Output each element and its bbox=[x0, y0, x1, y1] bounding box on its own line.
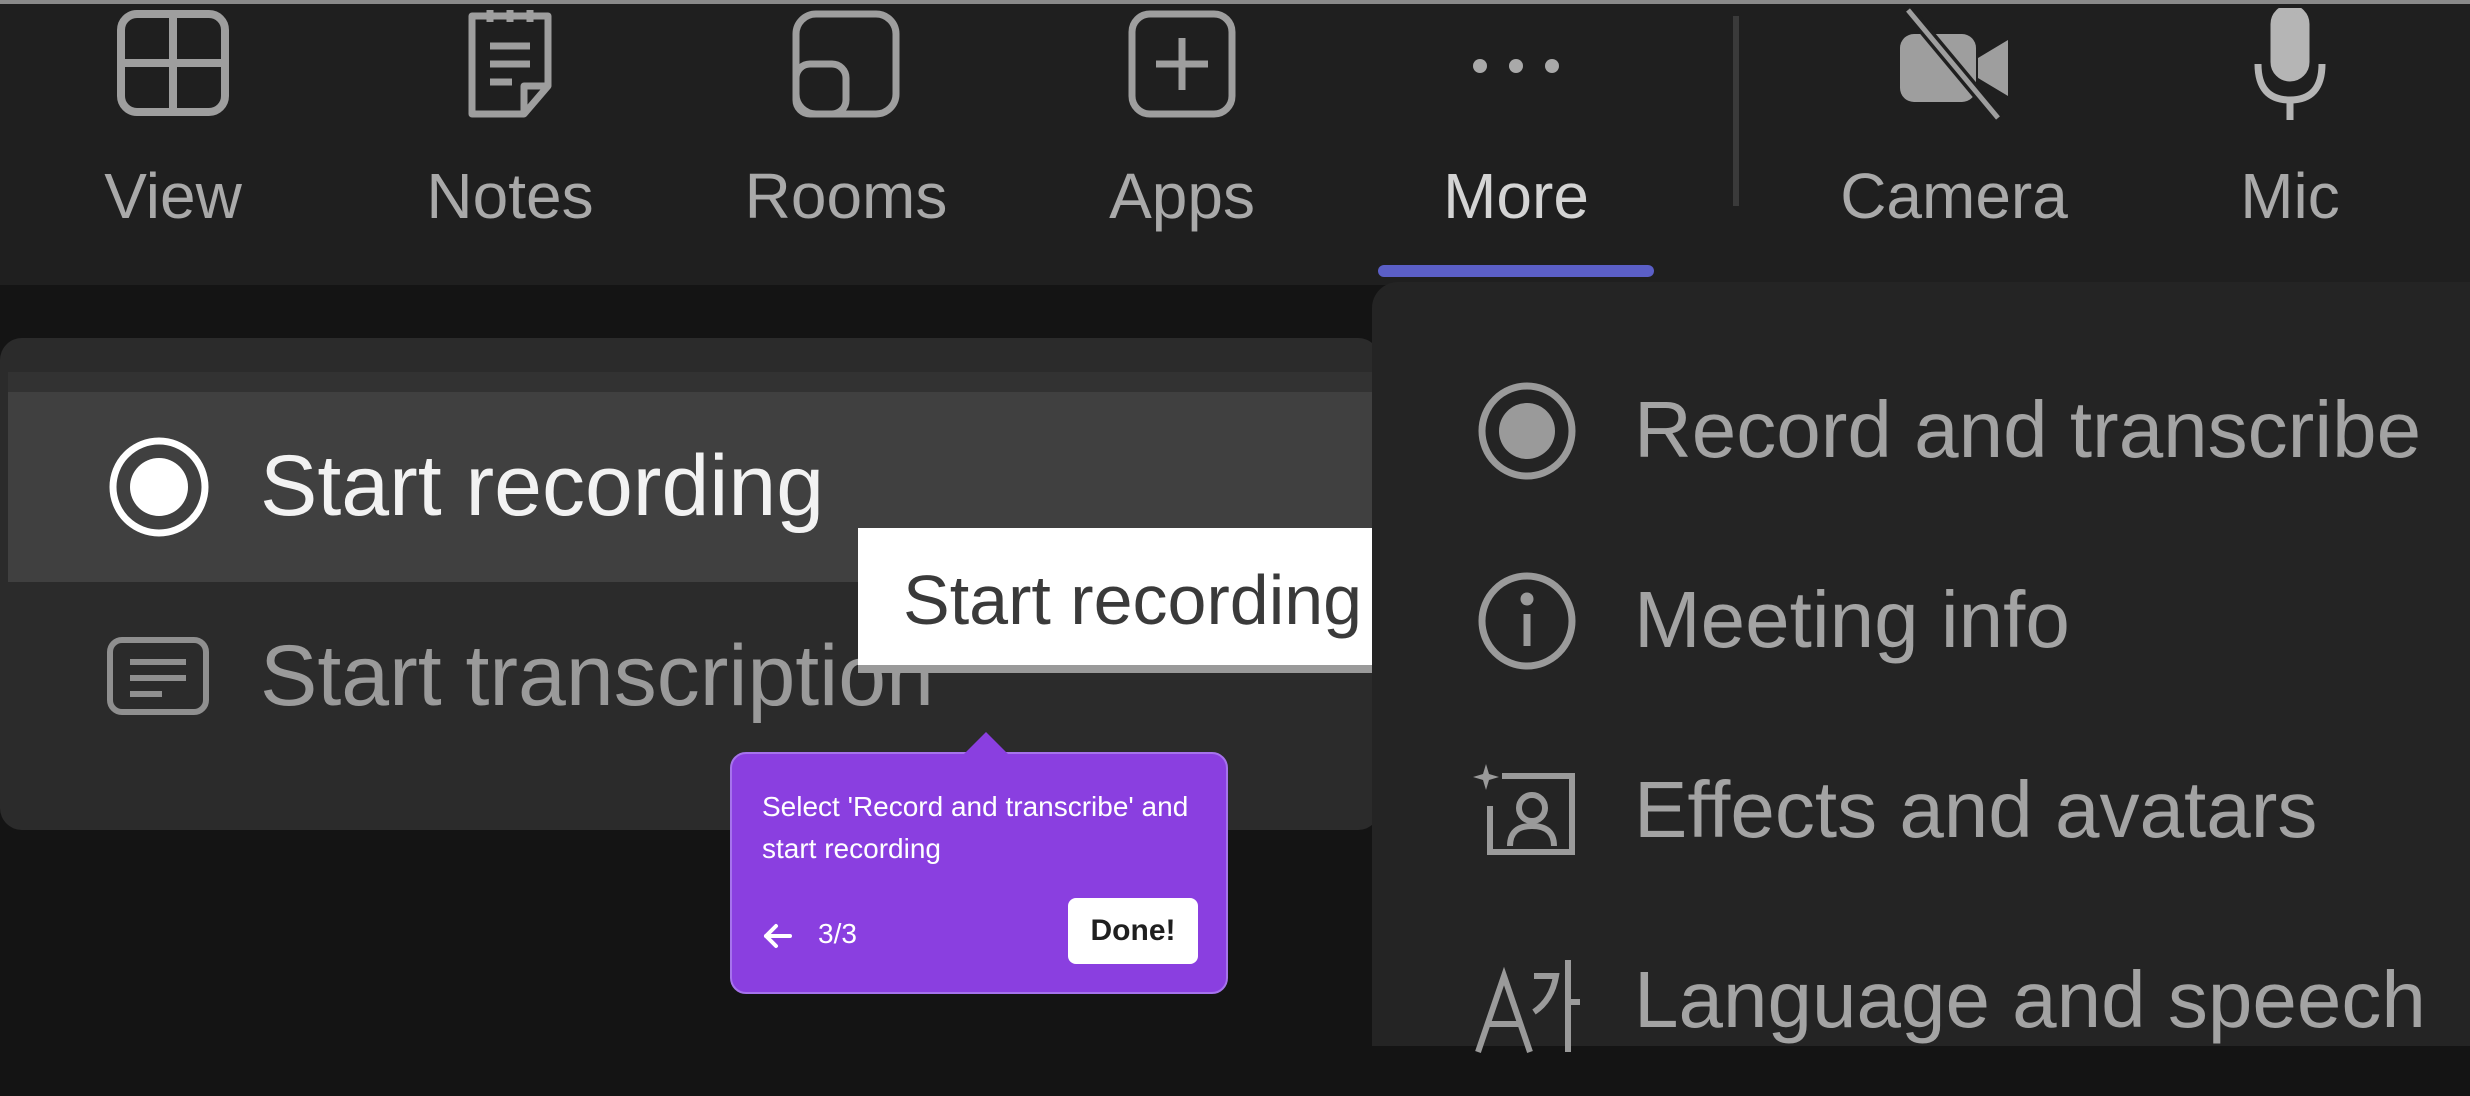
breakout-rooms-icon bbox=[786, 8, 906, 120]
record-and-transcribe-item[interactable]: Record and transcribe bbox=[1372, 336, 2470, 526]
language-and-speech-item[interactable]: Language and speech bbox=[1372, 906, 2470, 1096]
info-icon bbox=[1472, 566, 1582, 676]
done-button[interactable]: Done! bbox=[1068, 898, 1198, 964]
notes-button[interactable]: Notes bbox=[380, 4, 640, 289]
record-and-transcribe-label: Record and transcribe bbox=[1634, 385, 2422, 474]
apps-button[interactable]: Apps bbox=[1052, 4, 1312, 289]
camera-label: Camera bbox=[1840, 160, 2068, 232]
coach-mark-message: Select 'Record and transcribe' and start… bbox=[762, 791, 1189, 864]
effects-and-avatars-item[interactable]: Effects and avatars bbox=[1372, 716, 2470, 906]
start-transcription-label: Start transcription bbox=[260, 628, 934, 724]
rooms-button[interactable]: Rooms bbox=[716, 4, 976, 289]
camera-off-icon bbox=[1894, 8, 2014, 120]
mic-label: Mic bbox=[2240, 160, 2340, 232]
language-speech-icon bbox=[1472, 946, 1582, 1056]
coach-mark-popup: Select 'Record and transcribe' and start… bbox=[730, 732, 1228, 994]
record-icon bbox=[104, 432, 214, 542]
microphone-icon bbox=[2230, 8, 2350, 120]
record-icon bbox=[1472, 376, 1582, 486]
meeting-toolbar: View Notes Rooms Apps More Camera Mic bbox=[0, 0, 2470, 285]
language-and-speech-label: Language and speech bbox=[1634, 955, 2426, 1044]
camera-button[interactable]: Camera bbox=[1824, 4, 2084, 289]
meeting-info-item[interactable]: Meeting info bbox=[1372, 526, 2470, 716]
meeting-info-label: Meeting info bbox=[1634, 575, 2070, 664]
notes-icon bbox=[450, 8, 570, 120]
effects-and-avatars-label: Effects and avatars bbox=[1634, 765, 2318, 854]
transcript-icon bbox=[104, 622, 214, 732]
start-recording-label: Start recording bbox=[260, 438, 825, 534]
apps-label: Apps bbox=[1109, 160, 1255, 232]
arrow-left-icon[interactable] bbox=[760, 918, 796, 954]
notes-label: Notes bbox=[426, 160, 594, 232]
effects-avatars-icon bbox=[1472, 756, 1582, 866]
step-counter: 3/3 bbox=[818, 918, 857, 949]
view-button[interactable]: View bbox=[43, 4, 303, 289]
mic-button[interactable]: Mic bbox=[2160, 4, 2420, 289]
selected-indicator bbox=[1378, 265, 1654, 277]
coach-mark-pointer bbox=[964, 732, 1008, 754]
more-label: More bbox=[1443, 160, 1589, 232]
more-dots-icon bbox=[1456, 8, 1576, 120]
grid-view-icon bbox=[113, 8, 233, 120]
view-label: View bbox=[104, 160, 242, 232]
add-app-icon bbox=[1122, 8, 1242, 120]
more-button[interactable]: More bbox=[1378, 4, 1654, 289]
rooms-label: Rooms bbox=[744, 160, 948, 232]
start-recording-tooltip: Start recording bbox=[858, 528, 1426, 673]
toolbar-divider bbox=[1733, 16, 1739, 206]
more-dropdown-menu: Record and transcribe Meeting info Effec… bbox=[1372, 282, 2470, 1053]
